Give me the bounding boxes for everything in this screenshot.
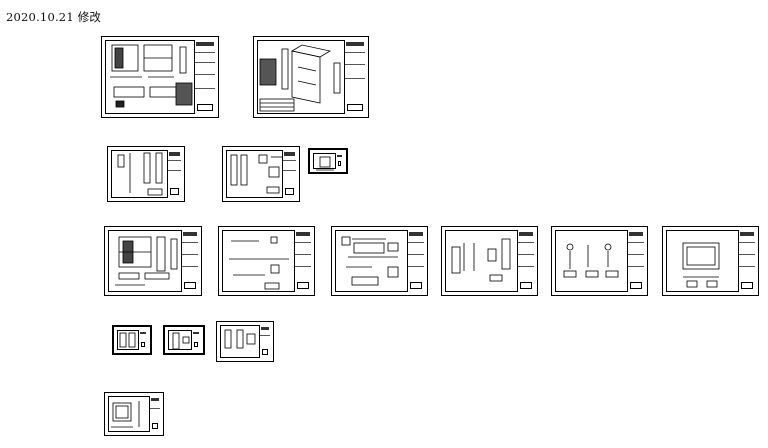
sheet-section-e[interactable] [662, 226, 759, 296]
sheet-plan-elevation-1[interactable] [101, 36, 219, 118]
sheet-plan-elevation-2[interactable] [104, 226, 202, 296]
drawing-lines [316, 156, 334, 171]
sheet-mini-1[interactable] [112, 325, 152, 355]
sheet-mini-3[interactable] [216, 321, 274, 362]
drawing-lines [563, 243, 619, 278]
drawing-lines [110, 44, 193, 108]
sheet-section-c[interactable] [441, 226, 538, 296]
drawing-lines [682, 242, 720, 288]
drawing-lines [224, 329, 256, 349]
drawing-lines [230, 154, 283, 194]
sheet-detail-c-small[interactable] [308, 148, 348, 174]
sheet-mini-2[interactable] [163, 325, 205, 355]
drawing-lines [259, 44, 341, 112]
drawing-lines [451, 238, 511, 282]
drawing-lines [115, 236, 178, 286]
drawing-lines [341, 236, 399, 286]
sheet-detail-a[interactable] [107, 146, 185, 202]
sheet-detail-b[interactable] [222, 146, 300, 202]
drawing-lines [119, 332, 136, 348]
sheet-3d-perspective[interactable] [253, 36, 369, 118]
sheet-section-a[interactable] [218, 226, 315, 296]
drawing-lines [229, 236, 289, 290]
drawing-lines [111, 401, 140, 428]
sheet-section-b[interactable] [331, 226, 428, 296]
drawing-lines [172, 332, 190, 350]
sheet-section-d[interactable] [551, 226, 648, 296]
sheet-final[interactable] [104, 392, 164, 436]
page-title: 2020.10.21 修改 [6, 10, 102, 24]
drawing-lines [117, 152, 163, 196]
